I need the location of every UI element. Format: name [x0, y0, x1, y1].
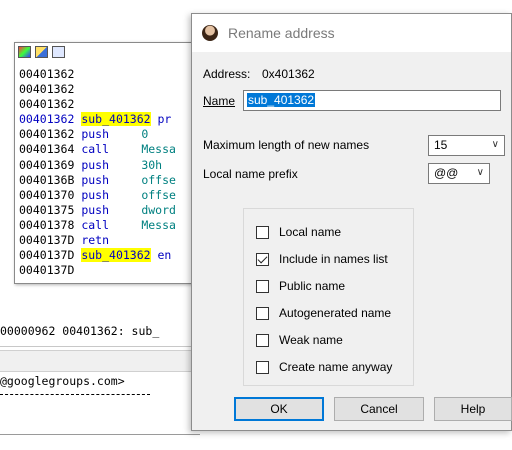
code-line[interactable]: 00401362 sub_401362 pr — [19, 112, 211, 127]
autogenerated-name-checkbox[interactable] — [256, 306, 269, 320]
code-mnemonic: call — [81, 142, 110, 157]
code-operand: offse — [141, 187, 176, 202]
function-label[interactable]: sub_401362 — [81, 112, 151, 127]
option-include-in-names-list[interactable]: Include in names list — [256, 251, 388, 267]
max-length-combo[interactable]: 15 ∨ — [428, 135, 505, 156]
code-operand: Messa — [141, 142, 176, 157]
divider — [0, 346, 200, 347]
dialog-titlebar[interactable]: Rename address — [192, 14, 511, 52]
code-address: 0040137D — [19, 233, 75, 248]
dialog-title: Rename address — [228, 25, 335, 41]
code-line[interactable]: 0040137D sub_401362 en — [19, 248, 211, 263]
output-window-header — [0, 350, 200, 372]
chevron-down-icon: ∨ — [491, 139, 499, 150]
name-options-group: Local name Include in names list Public … — [243, 208, 414, 386]
option-label: Local name — [279, 225, 342, 239]
code-address: 00401362 — [19, 112, 75, 127]
code-address: 00401362 — [19, 97, 75, 112]
ida-app-icon — [202, 25, 218, 41]
code-address: 00401370 — [19, 187, 75, 202]
disassembly-status-line: 00000962 00401362: sub_ — [0, 324, 160, 338]
code-address: 00401375 — [19, 202, 75, 217]
code-line[interactable]: 00401364 call Messa — [19, 142, 211, 157]
code-line[interactable]: 00401362 — [19, 82, 211, 97]
code-line[interactable]: 00401375 push dword — [19, 203, 211, 218]
code-mnemonic: push — [81, 127, 110, 142]
code-line[interactable]: 00401362 — [19, 97, 211, 112]
graph-colors-icon[interactable] — [18, 46, 31, 58]
code-line[interactable]: 00401362 — [19, 67, 211, 82]
code-address: 00401362 — [19, 127, 75, 142]
code-address: 00401378 — [19, 217, 75, 232]
code-address: 0040137D — [19, 263, 75, 278]
ok-button[interactable]: OK — [234, 397, 324, 421]
code-address: 00401362 — [19, 67, 75, 81]
code-operand: Messa — [141, 217, 176, 232]
public-name-checkbox[interactable] — [256, 279, 269, 293]
option-autogenerated-name[interactable]: Autogenerated name — [256, 305, 391, 321]
code-operand: offse — [141, 172, 176, 187]
disassembly-window[interactable]: 00401362 00401362 00401362 00401362 sub_… — [14, 42, 206, 284]
code-address: 00401362 — [19, 82, 75, 97]
code-operand: 30h — [141, 157, 163, 172]
code-mnemonic: push — [81, 157, 110, 172]
output-text: @googlegroups.com> — [0, 374, 125, 388]
option-label: Autogenerated name — [279, 306, 392, 320]
code-line[interactable]: 00401378 call Messa — [19, 218, 211, 233]
help-button[interactable]: Help — [434, 397, 512, 421]
option-weak-name[interactable]: Weak name — [256, 332, 343, 348]
name-field[interactable]: sub_401362 — [243, 90, 501, 111]
name-field-value: sub_401362 — [247, 93, 316, 107]
code-line[interactable]: 00401369 push 30h — [19, 158, 211, 173]
code-line[interactable]: 0040137D — [19, 263, 211, 278]
local-name-checkbox[interactable] — [256, 225, 269, 239]
code-mnemonic: retn — [81, 233, 110, 248]
option-create-name-anyway[interactable]: Create name anyway — [256, 359, 392, 375]
code-mnemonic: push — [81, 202, 110, 217]
code-line[interactable]: 00401370 push offse — [19, 188, 211, 203]
code-operand: dword — [141, 202, 176, 217]
local-prefix-value: @@ — [434, 166, 459, 180]
option-label: Include in names list — [279, 252, 388, 266]
function-label[interactable]: sub_401362 — [81, 248, 151, 263]
divider — [0, 394, 150, 395]
code-address: 0040137D — [19, 248, 75, 263]
code-address: 00401364 — [19, 142, 75, 157]
disassembly-listing[interactable]: 00401362 00401362 00401362 00401362 sub_… — [19, 67, 211, 278]
option-label: Weak name — [279, 333, 343, 347]
max-length-label: Maximum length of new names — [203, 138, 370, 152]
graph-view-icon[interactable] — [52, 46, 65, 58]
cancel-button[interactable]: Cancel — [334, 397, 424, 421]
local-prefix-combo[interactable]: @@ ∨ — [428, 163, 490, 184]
code-mnemonic: call — [81, 217, 110, 232]
address-value: 0x401362 — [262, 67, 315, 81]
divider — [0, 434, 200, 435]
code-mnemonic: push — [81, 187, 110, 202]
name-label: Name — [203, 94, 236, 108]
code-address: 00401369 — [19, 157, 75, 172]
code-line[interactable]: 0040137D retn — [19, 233, 211, 248]
code-line[interactable]: 0040136B push offse — [19, 173, 211, 188]
include-in-names-list-checkbox[interactable] — [256, 252, 269, 266]
option-label: Create name anyway — [279, 360, 393, 374]
disassembly-toolbar — [15, 43, 205, 61]
option-public-name[interactable]: Public name — [256, 278, 345, 294]
chevron-down-icon: ∨ — [476, 167, 484, 178]
max-length-value: 15 — [434, 138, 448, 152]
create-name-anyway-checkbox[interactable] — [256, 360, 269, 374]
code-line[interactable]: 00401362 push 0 — [19, 127, 211, 142]
weak-name-checkbox[interactable] — [256, 333, 269, 347]
rename-address-dialog[interactable]: Rename address Address: 0x401362 Name su… — [191, 13, 512, 431]
local-prefix-label: Local name prefix — [203, 167, 298, 181]
code-operand: 0 — [141, 127, 149, 142]
option-local-name[interactable]: Local name — [256, 224, 341, 240]
option-label: Public name — [279, 279, 346, 293]
code-address: 0040136B — [19, 172, 75, 187]
code-mnemonic: push — [81, 172, 110, 187]
edit-icon[interactable] — [35, 46, 48, 58]
address-label: Address: — [203, 67, 251, 81]
